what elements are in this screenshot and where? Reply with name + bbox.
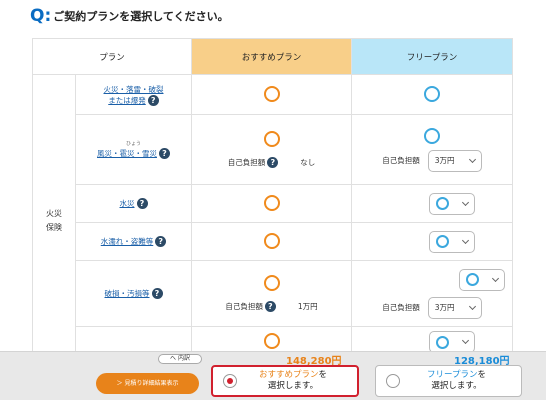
question-heading: Q: ご契約プランを選択してください。 — [30, 6, 229, 26]
table-row: 水災? — [33, 184, 514, 223]
question-label: Q: — [30, 6, 52, 26]
circle-mark-icon — [263, 232, 280, 249]
deductible-label: 自己負担額 — [382, 303, 420, 312]
deductible-select-value: 3万円 — [434, 156, 455, 165]
circle-mark-icon — [424, 127, 441, 144]
plan-comparison-table: プラン おすすめプラン フリープラン 火災 保険 火災・落雷・破裂 または爆発?… — [31, 38, 514, 367]
category-fire-insurance: 火災 保険 — [32, 74, 76, 367]
rec-coverage-cell — [191, 184, 353, 223]
rec-coverage-cell: 自己負担額? 1万円 — [191, 260, 353, 327]
recommended-plan-name: おすすめプラン — [258, 370, 319, 380]
choose-suffix: 選択します。 — [267, 381, 319, 391]
table-row: ひょう 風災・雹災・雪災? 自己負担額? なし 自己負担額 3万円 — [33, 114, 514, 185]
coverage-select[interactable] — [429, 230, 476, 253]
chevron-down-icon — [461, 198, 470, 206]
rec-coverage-cell — [191, 74, 353, 115]
select-free-plan-label: フリープランを 選択します。 — [400, 370, 521, 392]
coverage-select[interactable] — [459, 268, 506, 291]
free-coverage-cell — [351, 74, 514, 115]
coverage-item: 破損・汚損等? — [74, 260, 193, 327]
coverage-link[interactable]: 水災 — [120, 199, 135, 208]
circle-mark-icon — [263, 131, 280, 147]
radio-icon — [386, 374, 400, 388]
free-plan-name: フリープラン — [426, 370, 478, 380]
free-coverage-cell — [351, 184, 514, 223]
circle-mark-icon — [436, 197, 450, 210]
choose-suffix: 選択します。 — [431, 381, 482, 391]
header-plan: プラン — [31, 38, 193, 75]
header-free-plan: フリープラン — [351, 38, 514, 75]
circle-mark-icon — [436, 235, 450, 248]
coverage-link[interactable]: 破損・汚損等 — [105, 289, 150, 298]
deductible-label: 自己負担額 — [225, 302, 263, 311]
free-coverage-cell — [351, 222, 514, 261]
deductible-label: 自己負担額 — [382, 156, 420, 165]
chevron-down-icon — [468, 155, 476, 163]
choose-particle: を — [477, 370, 486, 380]
select-recommended-plan-label: おすすめプランを 選択します。 — [237, 370, 357, 392]
coverage-link[interactable]: 水濡れ・盗難等 — [101, 237, 154, 246]
free-coverage-cell: 自己負担額 3万円 — [351, 114, 514, 185]
radio-icon — [223, 374, 237, 388]
coverage-select[interactable] — [429, 192, 476, 215]
help-icon[interactable]: ? — [159, 148, 170, 159]
coverage-item: 火災・落雷・破裂 または爆発? — [74, 74, 193, 115]
deductible-value: なし — [300, 158, 316, 167]
coverage-item: 水濡れ・盗難等? — [74, 222, 193, 261]
deductible-select[interactable]: 3万円 — [427, 149, 482, 172]
rec-coverage-cell — [191, 222, 353, 261]
breakdown-toggle[interactable]: へ 内訳 — [158, 354, 202, 364]
help-icon[interactable]: ? — [267, 157, 279, 168]
deductible-select-value: 3万円 — [434, 303, 455, 312]
help-icon[interactable]: ? — [264, 301, 276, 312]
chevron-down-icon — [461, 236, 470, 244]
table-header-row: プラン おすすめプラン フリープラン — [31, 38, 514, 75]
question-text: ご契約プランを選択してください。 — [53, 10, 229, 23]
choose-particle: を — [318, 370, 328, 380]
coverage-item: 水災? — [74, 184, 193, 223]
circle-mark-icon — [436, 335, 450, 349]
help-icon[interactable]: ? — [136, 198, 148, 209]
coverage-link[interactable]: 風災・雹災・雪災 — [97, 149, 157, 158]
table-row: 破損・汚損等? 自己負担額? 1万円 自己負担額 3万円 — [33, 260, 514, 327]
circle-mark-icon — [466, 273, 480, 286]
circle-mark-icon — [263, 275, 280, 291]
help-icon[interactable]: ? — [151, 288, 163, 299]
quote-detail-button[interactable]: ＞ 見積り詳細結果表示 — [96, 373, 199, 394]
coverage-select[interactable] — [429, 331, 476, 353]
circle-mark-icon — [263, 194, 280, 211]
deductible-select[interactable]: 3万円 — [427, 296, 482, 319]
table-row: 水濡れ・盗難等? — [33, 222, 514, 261]
help-icon[interactable]: ? — [147, 94, 159, 106]
circle-mark-icon — [263, 333, 280, 349]
chevron-down-icon — [461, 336, 470, 345]
coverage-ruby: ひょう — [126, 141, 142, 147]
category-label: 火災 保険 — [46, 208, 62, 232]
deductible-label: 自己負担額 — [227, 158, 266, 167]
deductible-value: 1万円 — [297, 302, 318, 311]
header-recommended-plan: おすすめプラン — [191, 38, 353, 75]
circle-mark-icon — [424, 85, 441, 102]
select-free-plan-button[interactable]: フリープランを 選択します。 — [375, 365, 522, 397]
table-row: 火災 保険 火災・落雷・破裂 または爆発? — [32, 74, 514, 367]
rec-coverage-cell: 自己負担額? なし — [191, 114, 353, 185]
select-recommended-plan-button[interactable]: おすすめプランを 選択します。 — [211, 365, 359, 397]
help-icon[interactable]: ? — [155, 236, 167, 247]
chevron-down-icon — [468, 302, 476, 310]
free-coverage-cell: 自己負担額 3万円 — [351, 260, 514, 327]
circle-mark-icon — [263, 85, 280, 102]
coverage-item: ひょう 風災・雹災・雪災? — [74, 114, 193, 185]
chevron-down-icon — [491, 274, 500, 282]
